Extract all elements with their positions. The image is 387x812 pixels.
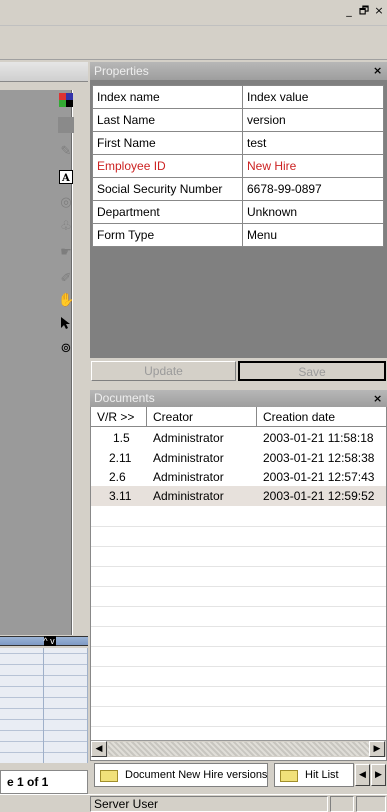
- tab-document-versions[interactable]: Document New Hire versions: [94, 763, 268, 787]
- tab-label: Hit List: [305, 769, 339, 781]
- list-gridline: [91, 526, 386, 527]
- list-gridline: [91, 646, 386, 647]
- save-button[interactable]: Save: [238, 361, 386, 381]
- property-value[interactable]: 6678-99-0897: [242, 177, 384, 201]
- list-gridline: [91, 566, 386, 567]
- pen-icon[interactable]: ✐: [58, 270, 74, 288]
- property-row[interactable]: First Name test: [92, 131, 384, 155]
- property-name: Form Type: [92, 223, 243, 247]
- list-gridline: [91, 726, 386, 727]
- column-version[interactable]: V/R >>: [91, 407, 147, 427]
- split-arrows-icon[interactable]: ^ v: [34, 636, 64, 646]
- properties-title: Properties: [94, 64, 149, 78]
- gray-block-icon[interactable]: [58, 117, 74, 135]
- close-window-button[interactable]: ×: [371, 5, 387, 19]
- documents-close-icon[interactable]: ×: [373, 390, 383, 407]
- property-name: Last Name: [92, 108, 243, 132]
- document-creator: Administrator: [153, 431, 224, 445]
- document-version: 1.5: [113, 431, 130, 445]
- update-button[interactable]: Update: [91, 361, 236, 381]
- tab-next-icon[interactable]: ▶: [371, 764, 386, 786]
- property-row[interactable]: Employee ID New Hire: [92, 154, 384, 178]
- properties-header: Properties ×: [90, 62, 387, 80]
- text-annotation-icon[interactable]: A: [58, 170, 74, 188]
- minimize-button[interactable]: _: [341, 5, 357, 19]
- document-date: 2003-01-21 12:58:38: [263, 451, 375, 465]
- tab-prev-icon[interactable]: ◀: [355, 764, 370, 786]
- column-creation-date[interactable]: Creation date: [257, 407, 386, 427]
- hand-ink-icon[interactable]: ☛: [58, 244, 74, 262]
- document-version: 2.6: [109, 470, 126, 484]
- document-version: 2.11: [109, 451, 132, 465]
- list-gridline: [91, 606, 386, 607]
- document-date: 2003-01-21 12:57:43: [263, 470, 375, 484]
- documents-header: Documents ×: [90, 390, 387, 407]
- document-row-selected[interactable]: 3.11 Administrator 2003-01-21 12:59:52: [91, 486, 386, 506]
- stamp-icon[interactable]: ♧: [58, 218, 74, 236]
- zoom-icon[interactable]: ⊚: [58, 340, 74, 358]
- document-creator: Administrator: [153, 470, 224, 484]
- folder-icon: [100, 770, 118, 782]
- property-row[interactable]: Department Unknown: [92, 200, 384, 224]
- tab-label: Document New Hire versions: [125, 769, 268, 781]
- document-creator: Administrator: [153, 489, 224, 503]
- folder-icon: [280, 770, 298, 782]
- column-index-name: Index name: [92, 85, 243, 109]
- document-date: 2003-01-21 11:58:18: [263, 431, 374, 445]
- circle-icon[interactable]: ◎: [58, 194, 74, 212]
- list-gridline: [91, 686, 386, 687]
- list-gridline: [91, 626, 386, 627]
- status-user: Server User: [90, 796, 328, 812]
- document-date: 2003-01-21 12:59:52: [263, 489, 375, 503]
- thumbnail-grid: [0, 648, 88, 763]
- hscroll-track[interactable]: [108, 742, 369, 756]
- select-arrow-icon[interactable]: [58, 316, 74, 334]
- restore-button[interactable]: 🗗: [356, 5, 372, 19]
- column-creator[interactable]: Creator: [147, 407, 257, 427]
- property-value[interactable]: Unknown: [242, 200, 384, 224]
- document-row[interactable]: 2.11 Administrator 2003-01-21 12:58:38: [91, 448, 386, 468]
- property-value[interactable]: test: [242, 131, 384, 155]
- document-creator: Administrator: [153, 451, 224, 465]
- list-gridline: [91, 706, 386, 707]
- property-row[interactable]: Last Name version: [92, 108, 384, 132]
- status-cell: [356, 796, 386, 812]
- scroll-left-icon[interactable]: ◀: [91, 741, 107, 757]
- property-name: Social Security Number: [92, 177, 243, 201]
- properties-table: Index name Index value Last Name version…: [92, 85, 384, 247]
- property-name: First Name: [92, 131, 243, 155]
- properties-column-header: Index name Index value: [92, 85, 384, 109]
- property-row[interactable]: Form Type Menu: [92, 223, 384, 247]
- pan-hand-icon[interactable]: ✋: [58, 292, 74, 310]
- list-gridline: [91, 586, 386, 587]
- window-title-bar: [0, 0, 387, 26]
- color-picker-icon[interactable]: [58, 93, 74, 111]
- page-indicator: e 1 of 1: [0, 770, 88, 794]
- property-row[interactable]: Social Security Number 6678-99-0897: [92, 177, 384, 201]
- scroll-right-icon[interactable]: ▶: [369, 741, 385, 757]
- svg-text:A: A: [61, 173, 70, 184]
- list-gridline: [91, 546, 386, 547]
- document-view-header: [0, 62, 88, 82]
- property-value[interactable]: version: [242, 108, 384, 132]
- annotation-toolbar: [72, 90, 88, 635]
- document-row[interactable]: 2.6 Administrator 2003-01-21 12:57:43: [91, 467, 386, 487]
- property-value[interactable]: Menu: [242, 223, 384, 247]
- document-row[interactable]: 1.5 Administrator 2003-01-21 11:58:18: [91, 428, 386, 448]
- status-cell: [330, 796, 354, 812]
- documents-title: Documents: [94, 391, 155, 405]
- properties-close-icon[interactable]: ×: [373, 62, 383, 80]
- tab-hit-list[interactable]: Hit List: [274, 763, 354, 787]
- property-name: Department: [92, 200, 243, 224]
- list-gridline: [91, 666, 386, 667]
- property-name: Employee ID: [92, 154, 243, 178]
- toolbar-area: [0, 26, 387, 60]
- pencil-icon[interactable]: ✎: [58, 143, 74, 161]
- property-value[interactable]: New Hire: [242, 154, 384, 178]
- column-index-value: Index value: [242, 85, 384, 109]
- document-version: 3.11: [109, 489, 132, 503]
